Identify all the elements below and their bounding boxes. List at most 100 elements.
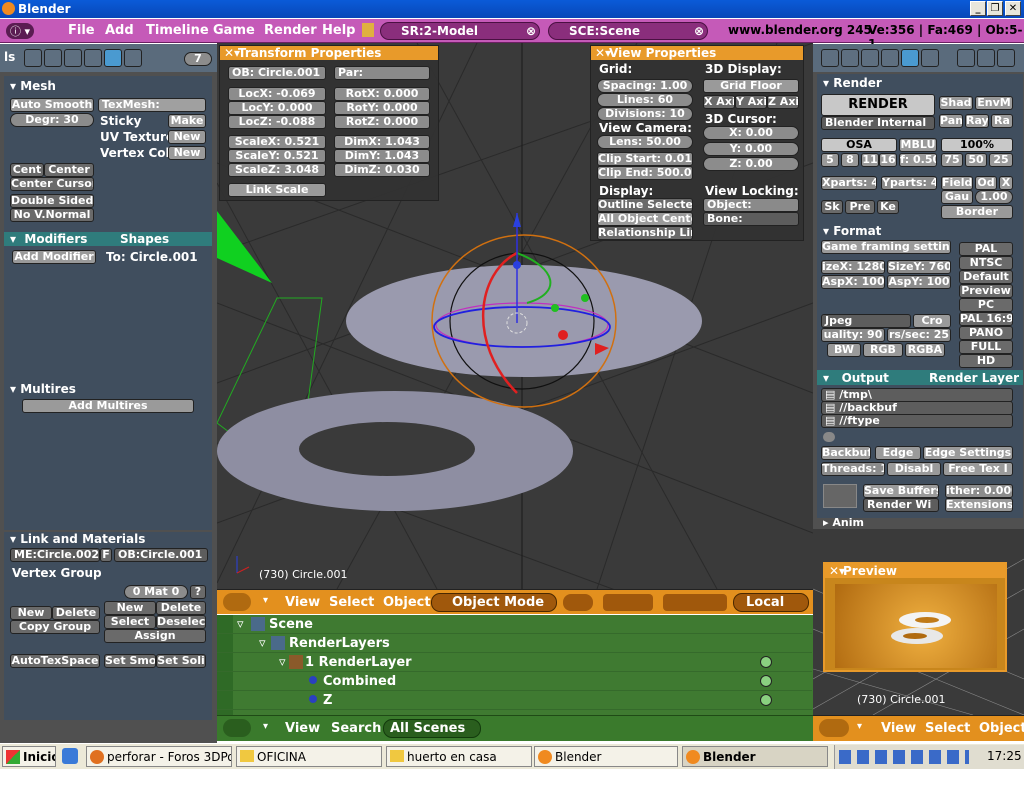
sizex-field[interactable]: izeX: 1280 bbox=[821, 260, 885, 274]
close-icon[interactable]: ✕▾ bbox=[224, 46, 240, 60]
draw-type-icon[interactable] bbox=[563, 594, 593, 611]
parent-field[interactable]: Par: bbox=[334, 66, 430, 80]
toggle-icon[interactable] bbox=[823, 432, 835, 442]
grid-spacing-field[interactable]: Spacing: 1.00 bbox=[597, 79, 693, 93]
preset-full-button[interactable]: FULL bbox=[959, 340, 1013, 354]
add-multires-button[interactable]: Add Multires bbox=[22, 399, 194, 413]
locx-field[interactable]: LocX: -0.069 bbox=[228, 87, 326, 101]
screen-selector[interactable]: SR:2-Model ⊗ bbox=[380, 22, 540, 40]
sizey-field[interactable]: SizeY: 760 bbox=[887, 260, 951, 274]
backbuf-path-field[interactable]: ▤ //backbuf bbox=[821, 401, 1013, 415]
x-axis-button[interactable]: X Axi bbox=[703, 95, 735, 109]
size-25-button[interactable]: 25 bbox=[989, 153, 1013, 167]
orientation-selector[interactable]: Local bbox=[733, 593, 809, 612]
preset-default-button[interactable]: Default bbox=[959, 270, 1013, 284]
minimize-button[interactable]: _ bbox=[970, 1, 986, 16]
logic-icon[interactable] bbox=[24, 49, 42, 67]
preset-pano-button[interactable]: PANO bbox=[959, 326, 1013, 340]
free-tex-button[interactable]: Free Tex I bbox=[943, 462, 1013, 476]
rotz-field[interactable]: RotZ: 0.000 bbox=[334, 115, 430, 129]
render-icon[interactable] bbox=[957, 49, 975, 67]
manipulator-icons[interactable] bbox=[663, 594, 727, 611]
y-axis-button[interactable]: Y Axi bbox=[735, 95, 767, 109]
game-framing-button[interactable]: Game framing settings bbox=[821, 240, 951, 254]
fps-field[interactable]: rs/sec: 25 bbox=[887, 328, 951, 342]
backbuf-button[interactable]: Backbuf bbox=[821, 446, 871, 460]
taskbar-item-blender-1[interactable]: Blender bbox=[534, 746, 678, 767]
editor-type-icon[interactable] bbox=[819, 719, 849, 737]
osa-11-button[interactable]: 11 bbox=[861, 153, 879, 167]
save-buffers-button[interactable]: Save Buffers bbox=[863, 484, 939, 498]
size-75-button[interactable]: 75 bbox=[941, 153, 963, 167]
center-cursor-button[interactable]: Center Cursor bbox=[10, 177, 94, 191]
aspy-field[interactable]: AspY: 100 bbox=[887, 275, 951, 289]
collapse-icon[interactable]: ▾ bbox=[857, 721, 862, 732]
dimy-field[interactable]: DimY: 1.043 bbox=[334, 149, 430, 163]
material-assign-button[interactable]: Assign bbox=[104, 629, 206, 643]
outliner-row-combined[interactable]: Combined bbox=[217, 672, 812, 691]
osa-16-button[interactable]: 16 bbox=[879, 153, 897, 167]
set-smooth-button[interactable]: Set Smo bbox=[104, 654, 156, 668]
preset-hd-button[interactable]: HD bbox=[959, 354, 1013, 368]
locz-field[interactable]: LocZ: -0.088 bbox=[228, 115, 326, 129]
add-modifier-button[interactable]: Add Modifier bbox=[12, 250, 96, 264]
tray-icons[interactable] bbox=[839, 750, 969, 764]
mesh-name-field[interactable]: ME:Circle.002 bbox=[10, 548, 100, 562]
material-deselect-button[interactable]: Deselec bbox=[156, 615, 206, 629]
all-object-centers-button[interactable]: All Object Cente bbox=[597, 212, 693, 226]
start-button[interactable]: Inicio bbox=[2, 746, 56, 767]
panel-number[interactable]: 7 bbox=[184, 52, 212, 66]
copy-group-button[interactable]: Copy Group bbox=[10, 620, 100, 634]
cursor-y-field[interactable]: Y: 0.00 bbox=[703, 142, 799, 156]
material-new-button[interactable]: New bbox=[104, 601, 156, 615]
envmap-button[interactable]: EnvM bbox=[975, 96, 1013, 110]
output-tab[interactable]: ▾ Output bbox=[823, 371, 889, 385]
vcol-new-button[interactable]: New bbox=[168, 146, 206, 160]
border-button[interactable]: Border bbox=[941, 205, 1013, 219]
render-layer-tab[interactable]: Render Layer bbox=[929, 371, 1019, 385]
outliner-row-renderlayer[interactable]: ▿ 1 RenderLayer bbox=[217, 653, 812, 672]
extensions-button[interactable]: Extensions bbox=[945, 498, 1013, 512]
lens-field[interactable]: Lens: 50.00 bbox=[597, 135, 693, 149]
xparts-field[interactable]: Xparts: 4 bbox=[821, 176, 877, 190]
material-delete-button[interactable]: Delete bbox=[156, 601, 206, 615]
osa-button[interactable]: OSA bbox=[821, 138, 897, 152]
view-menu[interactable]: View bbox=[285, 595, 320, 610]
outline-selected-button[interactable]: Outline Selected bbox=[597, 198, 693, 212]
edge-button[interactable]: Edge bbox=[875, 446, 921, 460]
dither-field[interactable]: ither: 0.000 bbox=[945, 484, 1013, 498]
preset-ntsc-button[interactable]: NTSC bbox=[959, 256, 1013, 270]
aspx-field[interactable]: AspX: 100 bbox=[821, 275, 885, 289]
crop-button[interactable]: Cro bbox=[913, 314, 951, 328]
render-button[interactable]: RENDER bbox=[821, 94, 935, 116]
menu-timeline[interactable]: Timeline bbox=[146, 23, 209, 38]
close-icon[interactable]: ✕▾ bbox=[595, 46, 611, 60]
pivot-icon[interactable] bbox=[603, 594, 653, 611]
fake-user-button[interactable]: F bbox=[100, 548, 112, 562]
material-index[interactable]: 0 Mat 0 bbox=[124, 585, 188, 599]
cursor-x-field[interactable]: X: 0.00 bbox=[703, 126, 799, 140]
taskbar-item-blender-2[interactable]: Blender bbox=[682, 746, 828, 767]
close-icon[interactable]: ✕▾ bbox=[829, 564, 845, 578]
bw-button[interactable]: BW bbox=[827, 343, 861, 357]
premul-button[interactable]: Pre bbox=[845, 200, 875, 214]
grid-floor-button[interactable]: Grid Floor bbox=[703, 79, 799, 93]
cursor-z-field[interactable]: Z: 0.00 bbox=[703, 157, 799, 171]
outliner-view-menu[interactable]: View bbox=[285, 721, 320, 736]
collapse-icon[interactable]: ▾ bbox=[263, 595, 268, 606]
editing-icon[interactable] bbox=[104, 49, 122, 67]
scene-icon[interactable] bbox=[124, 49, 142, 67]
raytrace-button[interactable]: Ray bbox=[965, 114, 989, 128]
select-menu[interactable]: Select bbox=[329, 595, 374, 610]
lock-object-field[interactable]: Object: bbox=[703, 198, 799, 212]
scalez-field[interactable]: ScaleZ: 3.048 bbox=[228, 163, 326, 177]
shading-icon[interactable] bbox=[861, 49, 879, 67]
cent-button[interactable]: Cent bbox=[10, 163, 44, 177]
preset-pal-button[interactable]: PAL bbox=[959, 242, 1013, 256]
x-button[interactable]: X bbox=[999, 176, 1013, 190]
script-icon[interactable] bbox=[841, 49, 859, 67]
outliner-row-scene[interactable]: ▿ Scene bbox=[217, 615, 812, 634]
dimx-field[interactable]: DimX: 1.043 bbox=[334, 135, 430, 149]
output-path-field[interactable]: ▤ /tmp\ bbox=[821, 388, 1013, 402]
render-window-selector[interactable]: Render Wi bbox=[863, 498, 939, 512]
